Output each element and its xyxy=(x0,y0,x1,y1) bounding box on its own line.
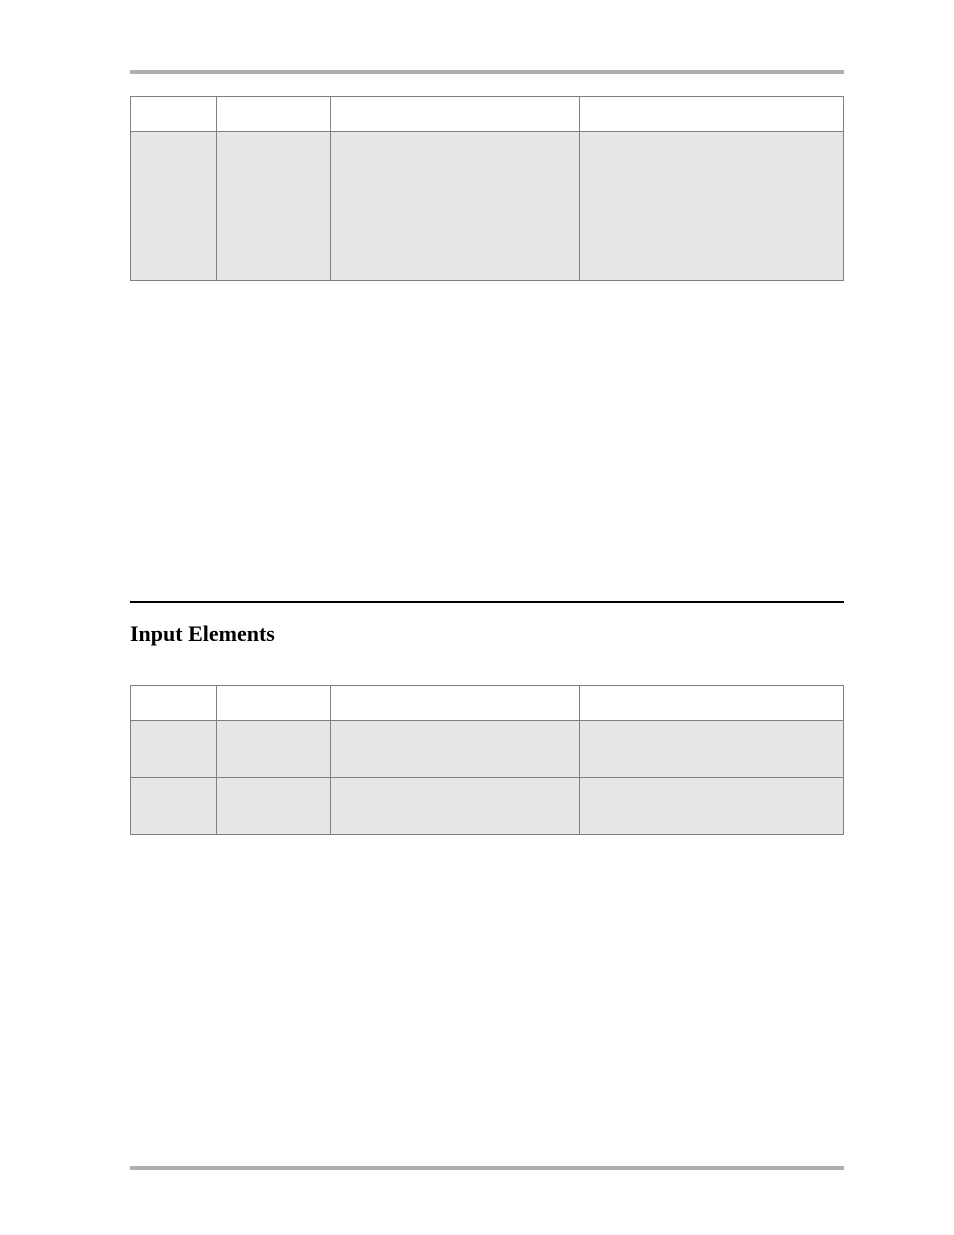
t2r1c1 xyxy=(216,778,330,835)
t2r0c2 xyxy=(330,721,580,778)
t2r1c0 xyxy=(131,778,217,835)
table-1-row-0 xyxy=(131,132,844,281)
t2r0c1 xyxy=(216,721,330,778)
table-2-h3 xyxy=(580,686,844,721)
table-1-h2 xyxy=(330,97,580,132)
footer-rule xyxy=(130,1166,844,1170)
t2r1c3 xyxy=(580,778,844,835)
top-rule xyxy=(130,70,844,74)
table-1-c2 xyxy=(330,132,580,281)
table-1-h0 xyxy=(131,97,217,132)
table-1-c1 xyxy=(216,132,330,281)
table-2-row-1 xyxy=(131,778,844,835)
table-1-c3 xyxy=(580,132,844,281)
empty-spacer xyxy=(130,331,844,601)
t2r0c0 xyxy=(131,721,217,778)
table-2-h1 xyxy=(216,686,330,721)
table-1-c0 xyxy=(131,132,217,281)
table-1-header-row xyxy=(131,97,844,132)
table-2-h2 xyxy=(330,686,580,721)
t2r0c3 xyxy=(580,721,844,778)
table-2-header-row xyxy=(131,686,844,721)
section-rule xyxy=(130,601,844,603)
table-1-h1 xyxy=(216,97,330,132)
table-2-h0 xyxy=(131,686,217,721)
table-2 xyxy=(130,685,844,835)
section-title: Input Elements xyxy=(130,621,844,647)
table-1 xyxy=(130,96,844,281)
t2r1c2 xyxy=(330,778,580,835)
table-1-h3 xyxy=(580,97,844,132)
table-2-row-0 xyxy=(131,721,844,778)
